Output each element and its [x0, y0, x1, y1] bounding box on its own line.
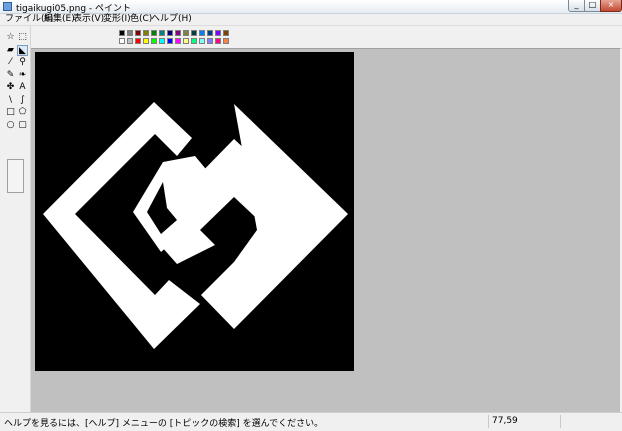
color-swatch[interactable] [143, 30, 149, 36]
color-swatch[interactable] [199, 30, 205, 36]
color-swatch[interactable] [135, 30, 141, 36]
toolbox: ☆ ⬚ ▰ ◣ ⁄ ⚲ ✎ ❧ ✤ A \ ∫ □ ⬠ ○ ▢ [0, 26, 31, 412]
status-separator [488, 415, 489, 428]
ellipse-icon[interactable]: ○ [5, 120, 16, 131]
color-swatch[interactable] [159, 38, 165, 44]
menu-image[interactable]: 変形(I) [103, 14, 131, 25]
paint-window: tigaikugi05.png - ペイント _ □ × ファイル(F) 編集(… [0, 0, 622, 431]
color-swatch[interactable] [175, 30, 181, 36]
canvas-image [35, 52, 354, 371]
color-swatch[interactable] [175, 38, 181, 44]
status-separator [560, 415, 561, 428]
color-swatch[interactable] [183, 30, 189, 36]
color-swatch[interactable] [223, 38, 229, 44]
color-swatch[interactable] [191, 30, 197, 36]
tool-options-box[interactable] [7, 159, 24, 193]
menu-edit[interactable]: 編集(E) [44, 14, 75, 25]
line-icon[interactable]: \ [5, 95, 16, 106]
rect-select-icon[interactable]: ⬚ [17, 32, 28, 43]
color-swatch[interactable] [207, 30, 213, 36]
minimize-button[interactable]: _ [568, 0, 585, 12]
color-swatch[interactable] [151, 38, 157, 44]
color-swatch[interactable] [183, 38, 189, 44]
color-swatch[interactable] [207, 38, 213, 44]
color-swatch[interactable] [215, 38, 221, 44]
color-swatch[interactable] [167, 38, 173, 44]
menu-bar: ファイル(F) 編集(E) 表示(V) 変形(I) 色(C) ヘルプ(H) [0, 14, 622, 26]
title-bar[interactable]: tigaikugi05.png - ペイント _ □ × [0, 0, 622, 14]
window-title: tigaikugi05.png - ペイント [16, 4, 132, 14]
color-swatch[interactable] [119, 38, 125, 44]
maximize-button[interactable]: □ [584, 0, 601, 12]
cursor-coordinates: 77,59 [492, 416, 518, 426]
brush-icon[interactable]: ❧ [17, 70, 28, 81]
color-swatch[interactable] [215, 30, 221, 36]
color-swatch[interactable] [127, 30, 133, 36]
color-swatch[interactable] [135, 38, 141, 44]
menu-colors[interactable]: 色(C) [130, 14, 152, 25]
color-swatch[interactable] [159, 30, 165, 36]
curve-icon[interactable]: ∫ [17, 95, 28, 106]
rectangle-icon[interactable]: □ [5, 107, 16, 118]
status-help-text: ヘルプを見るには、[ヘルプ] メニューの [トピックの検索] を選んでください。 [4, 419, 324, 429]
eyedropper-icon[interactable]: ⁄ [5, 57, 16, 68]
color-swatch[interactable] [223, 30, 229, 36]
close-button[interactable]: × [600, 0, 622, 12]
free-select-icon[interactable]: ☆ [5, 32, 16, 43]
status-bar: ヘルプを見るには、[ヘルプ] メニューの [トピックの検索] を選んでください。… [0, 412, 622, 431]
color-palette-bar [0, 26, 622, 70]
color-swatch[interactable] [151, 30, 157, 36]
menu-view[interactable]: 表示(V) [73, 14, 104, 25]
color-swatch[interactable] [167, 30, 173, 36]
color-swatch[interactable] [119, 30, 125, 36]
menu-help[interactable]: ヘルプ(H) [151, 14, 192, 25]
magnifier-icon[interactable]: ⚲ [17, 57, 28, 68]
polygon-icon[interactable]: ⬠ [17, 107, 28, 118]
color-swatch[interactable] [143, 38, 149, 44]
pencil-icon[interactable]: ✎ [5, 70, 16, 81]
drawing-canvas[interactable] [35, 52, 354, 371]
color-swatch[interactable] [199, 38, 205, 44]
color-swatch[interactable] [191, 38, 197, 44]
airbrush-icon[interactable]: ✤ [5, 82, 16, 93]
text-icon[interactable]: A [17, 82, 28, 93]
fill-icon[interactable]: ◣ [17, 44, 28, 56]
eraser-icon[interactable]: ▰ [5, 45, 16, 56]
color-swatch[interactable] [127, 38, 133, 44]
rounded-rect-icon[interactable]: ▢ [17, 120, 28, 131]
paint-app-icon[interactable] [3, 2, 12, 11]
